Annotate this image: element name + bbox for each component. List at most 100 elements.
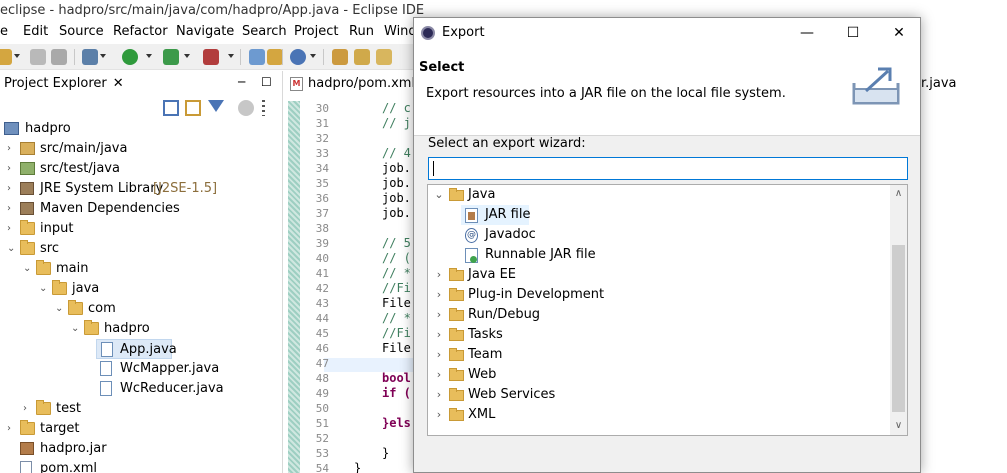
chevron-right-icon[interactable]: ›: [434, 325, 444, 345]
minimize-icon[interactable]: ─: [238, 75, 245, 89]
tree-item-hadpro-package[interactable]: ⌄ hadpro: [0, 319, 283, 339]
close-icon[interactable]: ✕: [113, 76, 124, 91]
wizard-category-java-ee[interactable]: › Java EE: [428, 265, 890, 285]
chevron-down-icon[interactable]: ⌄: [7, 244, 15, 254]
tree-item-hadpro-project[interactable]: hadpro: [0, 119, 283, 139]
tree-item-src-main-java[interactable]: › src/main/java: [0, 139, 283, 159]
menu-run[interactable]: Run: [349, 24, 374, 39]
chevron-down-icon[interactable]: ⌄: [23, 264, 31, 274]
editor-tab-right[interactable]: r.java: [921, 73, 957, 95]
wizard-category-run-debug[interactable]: › Run/Debug: [428, 305, 890, 325]
scroll-up-icon[interactable]: ∧: [890, 185, 907, 202]
chevron-right-icon[interactable]: ›: [434, 365, 444, 385]
coverage-icon[interactable]: [163, 49, 179, 65]
tree-item-hadpro-jar[interactable]: hadpro.jar: [0, 439, 283, 459]
filter-icon[interactable]: [208, 100, 224, 112]
debug-dropdown-icon[interactable]: [100, 54, 106, 58]
chevron-down-icon[interactable]: ⌄: [55, 304, 63, 314]
search-icon[interactable]: [376, 49, 392, 65]
tree-item-src-test-java[interactable]: › src/test/java: [0, 159, 283, 179]
tree-item-maven-dependencies[interactable]: › Maven Dependencies: [0, 199, 283, 219]
tree-item-input[interactable]: › input: [0, 219, 283, 239]
run-icon[interactable]: [122, 49, 138, 65]
chevron-right-icon[interactable]: ›: [7, 424, 15, 434]
wizard-category-tasks[interactable]: › Tasks: [428, 325, 890, 345]
coverage-dropdown-icon[interactable]: [184, 54, 190, 58]
tree-item-app-java[interactable]: App.java: [96, 339, 177, 359]
scroll-down-icon[interactable]: ∨: [890, 417, 907, 434]
save-icon[interactable]: [30, 49, 46, 65]
new-icon[interactable]: [0, 49, 12, 65]
new-class-dropdown-icon[interactable]: [310, 54, 316, 58]
tree-item-src[interactable]: ⌄ src: [0, 239, 283, 259]
wizard-category-web-services[interactable]: › Web Services: [428, 385, 890, 405]
tree-item-wcmapper-java[interactable]: WcMapper.java: [0, 359, 283, 379]
wizard-category-xml[interactable]: › XML: [428, 405, 890, 425]
chevron-right-icon[interactable]: ›: [7, 164, 15, 174]
new-java-project-icon[interactable]: [249, 49, 265, 65]
chevron-right-icon[interactable]: ›: [7, 144, 15, 154]
close-icon[interactable]: ✕: [876, 18, 922, 48]
project-explorer-tab[interactable]: Project Explorer ✕: [0, 73, 128, 95]
external-tools-icon[interactable]: [203, 49, 219, 65]
chevron-right-icon[interactable]: ›: [7, 224, 15, 234]
wizard-category-plug-in-development[interactable]: › Plug-in Development: [428, 285, 890, 305]
menu-edit[interactable]: Edit: [23, 24, 48, 39]
maximize-icon[interactable]: ☐: [261, 75, 272, 89]
minimize-icon[interactable]: —: [784, 18, 830, 48]
chevron-right-icon[interactable]: ›: [434, 345, 444, 365]
chevron-right-icon[interactable]: ›: [434, 285, 444, 305]
new-class-icon[interactable]: [290, 49, 306, 65]
view-menu-icon[interactable]: [238, 100, 254, 116]
chevron-right-icon[interactable]: ›: [434, 405, 444, 425]
editor-tab-pom-xml[interactable]: M hadpro/pom.xml: [290, 73, 415, 95]
menu-refactor[interactable]: Refactor: [113, 24, 168, 39]
maximize-icon[interactable]: ☐: [830, 18, 876, 48]
tree-item-pom-xml[interactable]: pom.xml: [0, 459, 283, 473]
tree-item-com[interactable]: ⌄ com: [0, 299, 283, 319]
tree-item-test[interactable]: › test: [0, 399, 283, 419]
wizard-item-jar-file[interactable]: JAR file: [461, 205, 530, 225]
new-package-icon[interactable]: [267, 49, 283, 65]
open-task-icon[interactable]: [354, 49, 370, 65]
menu-window[interactable]: Wind: [384, 24, 417, 39]
open-type-icon[interactable]: [332, 49, 348, 65]
chevron-right-icon[interactable]: ›: [434, 265, 444, 285]
tree-item-main[interactable]: ⌄ main: [0, 259, 283, 279]
debug-icon[interactable]: [82, 49, 98, 65]
scrollbar-thumb[interactable]: [892, 245, 905, 412]
chevron-right-icon[interactable]: ›: [434, 385, 444, 405]
run-dropdown-icon[interactable]: [146, 54, 152, 58]
tree-item-wcreducer-java[interactable]: WcReducer.java: [0, 379, 283, 399]
collapse-all-icon[interactable]: [163, 100, 179, 116]
menu-search[interactable]: Search: [242, 24, 287, 39]
chevron-right-icon[interactable]: ›: [7, 184, 15, 194]
wizard-tree-scrollbar[interactable]: ∧ ∨: [890, 185, 907, 435]
tree-item-target[interactable]: › target: [0, 419, 283, 439]
chevron-down-icon[interactable]: ⌄: [71, 324, 79, 334]
link-with-editor-icon[interactable]: [185, 100, 201, 116]
wizard-tree[interactable]: ⌄ Java JAR file @ Javadoc Runnable JAR f…: [427, 184, 908, 436]
wizard-item-javadoc[interactable]: @ Javadoc: [428, 225, 890, 245]
chevron-right-icon[interactable]: ›: [434, 305, 444, 325]
wizard-item-runnable-jar-file[interactable]: Runnable JAR file: [428, 245, 890, 265]
chevron-down-icon[interactable]: ⌄: [434, 185, 444, 205]
tree-item-jre-system-library[interactable]: › JRE System Library [J2SE-1.5]: [0, 179, 283, 199]
more-options-icon[interactable]: [262, 100, 265, 116]
tree-item-java[interactable]: ⌄ java: [0, 279, 283, 299]
wizard-filter-input[interactable]: [428, 157, 908, 180]
menu-file[interactable]: e: [0, 24, 8, 39]
wizard-category-web[interactable]: › Web: [428, 365, 890, 385]
menu-source[interactable]: Source: [59, 24, 104, 39]
chevron-right-icon[interactable]: ›: [7, 204, 15, 214]
menu-project[interactable]: Project: [294, 24, 338, 39]
menu-navigate[interactable]: Navigate: [176, 24, 234, 39]
new-dropdown-icon[interactable]: [14, 54, 20, 58]
chevron-right-icon[interactable]: ›: [23, 404, 31, 414]
save-all-icon[interactable]: [51, 49, 67, 65]
external-tools-dropdown-icon[interactable]: [228, 54, 234, 58]
code-editor[interactable]: M hadpro/pom.xml 30 31 32 33 34 35 36 37 38 39 40 4…: [284, 71, 415, 473]
wizard-category-java[interactable]: ⌄ Java: [428, 185, 890, 205]
wizard-category-team[interactable]: › Team: [428, 345, 890, 365]
chevron-down-icon[interactable]: ⌄: [39, 284, 47, 294]
